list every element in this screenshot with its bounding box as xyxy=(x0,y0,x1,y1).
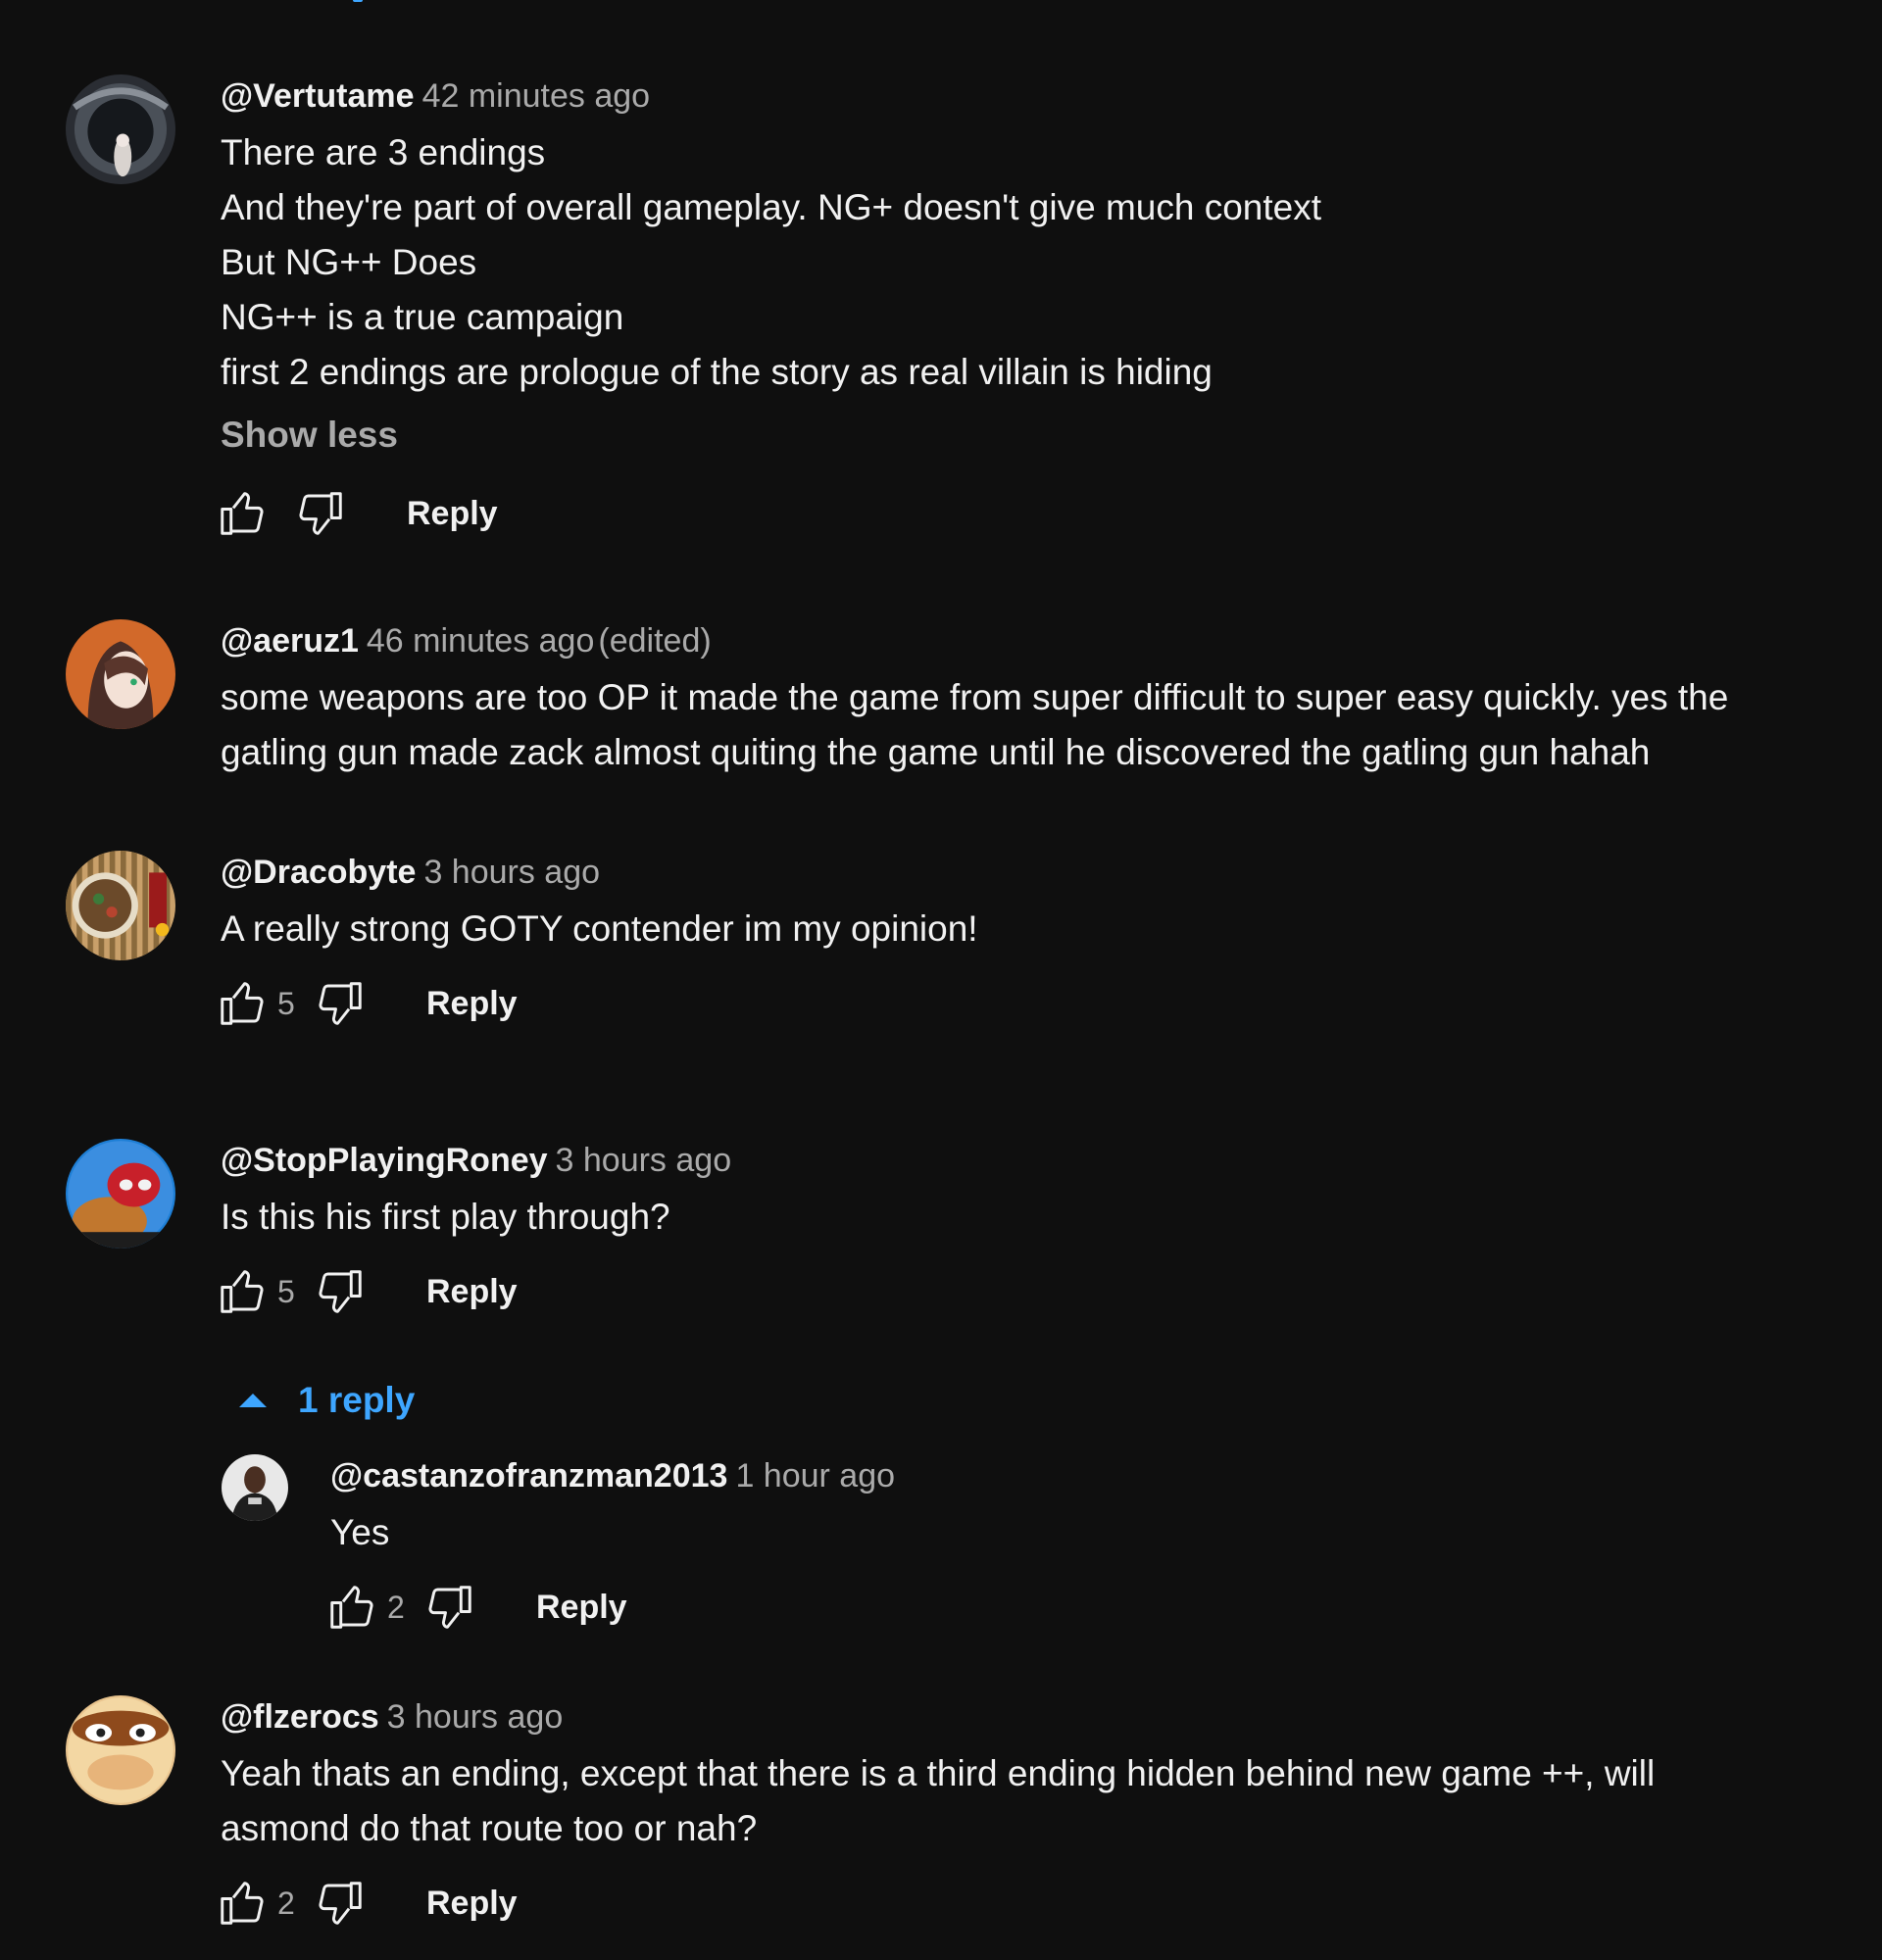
comment-body: @StopPlayingRoney 3 hours ago Is this his… xyxy=(221,1139,1827,1321)
comment-author[interactable]: @castanzofranzman2013 xyxy=(330,1457,727,1494)
comment-text: Yeah thats an ending, except that there … xyxy=(221,1746,1827,1856)
thumb-up-icon xyxy=(221,1270,264,1313)
comment-line: first 2 endings are prologue of the stor… xyxy=(221,352,1213,392)
avatar-image xyxy=(66,851,175,960)
comment-line: Yeah thats an ending, except that there … xyxy=(221,1753,1656,1793)
edited-label: (edited) xyxy=(598,622,712,660)
dislike-button[interactable] xyxy=(293,486,348,541)
comment-line: NG++ is a true campaign xyxy=(221,297,624,337)
comment-line: Is this his first play through? xyxy=(221,1197,670,1237)
comment-author[interactable]: @Dracobyte xyxy=(221,854,416,891)
like-button[interactable] xyxy=(215,976,270,1031)
thumb-down-icon xyxy=(428,1586,471,1629)
avatar[interactable] xyxy=(222,1454,288,1521)
truncated-link-fragment xyxy=(353,0,363,2)
thumb-up-icon xyxy=(330,1586,373,1629)
comment-header: @Vertutame 42 minutes ago xyxy=(221,74,1827,118)
dislike-button[interactable] xyxy=(313,1264,368,1319)
comment-line: gatling gun made zack almost quiting the… xyxy=(221,732,1651,772)
dislike-button[interactable] xyxy=(313,1876,368,1931)
comment-author[interactable]: @aeruz1 xyxy=(221,622,359,660)
like-count: 2 xyxy=(277,1885,295,1921)
comment-line: some weapons are too OP it made the game… xyxy=(221,677,1729,717)
comment-text: Is this his first play through? xyxy=(221,1190,1827,1245)
comment-line: A really strong GOTY contender im my opi… xyxy=(221,908,978,949)
reply-button[interactable]: Reply xyxy=(426,1273,518,1311)
reply-button[interactable]: Reply xyxy=(536,1589,627,1627)
avatar-image xyxy=(66,619,175,729)
comment-time[interactable]: 46 minutes ago xyxy=(367,622,595,660)
comment-header: @castanzofranzman2013 1 hour ago xyxy=(330,1454,1827,1497)
show-less-button[interactable]: Show less xyxy=(221,414,398,457)
comment-time[interactable]: 3 hours ago xyxy=(556,1142,732,1179)
reply-button[interactable]: Reply xyxy=(426,985,518,1023)
thumb-up-icon xyxy=(221,492,264,535)
dislike-button[interactable] xyxy=(422,1580,477,1635)
comment-actions: Reply xyxy=(221,484,1827,543)
comment-text: Yes xyxy=(330,1505,1827,1560)
comment-time[interactable]: 42 minutes ago xyxy=(422,77,651,115)
caret-up-icon xyxy=(239,1394,267,1407)
like-button[interactable] xyxy=(215,1876,270,1931)
comment-body: @Dracobyte 3 hours ago A really strong GO… xyxy=(221,851,1827,1033)
comment-text: A really strong GOTY contender im my opi… xyxy=(221,902,1827,956)
thumb-up-icon xyxy=(221,1882,264,1925)
replies-count-label: 1 reply xyxy=(298,1380,416,1420)
reply-button[interactable]: Reply xyxy=(407,495,498,533)
thumb-up-icon xyxy=(221,982,264,1025)
comment-actions: 5 Reply xyxy=(221,974,1827,1033)
comment-body: @flzerocs 3 hours ago Yeah thats an endin… xyxy=(221,1695,1827,1933)
avatar[interactable] xyxy=(66,851,175,960)
thumb-down-icon xyxy=(319,982,362,1025)
comment-body: @Vertutame 42 minutes ago There are 3 end… xyxy=(221,74,1827,543)
thumb-down-icon xyxy=(319,1270,362,1313)
comment-header: @aeruz1 46 minutes ago (edited) xyxy=(221,619,1827,662)
comment-line: asmond do that route too or nah? xyxy=(221,1808,758,1848)
comment-header: @StopPlayingRoney 3 hours ago xyxy=(221,1139,1827,1182)
like-button[interactable] xyxy=(215,1264,270,1319)
comment-header: @flzerocs 3 hours ago xyxy=(221,1695,1827,1739)
comment-author[interactable]: @flzerocs xyxy=(221,1698,379,1736)
comment-time[interactable]: 1 hour ago xyxy=(735,1457,895,1494)
comment-author[interactable]: @StopPlayingRoney xyxy=(221,1142,548,1179)
comment-text: There are 3 endings And they're part of … xyxy=(221,125,1827,400)
comment-time[interactable]: 3 hours ago xyxy=(387,1698,564,1736)
avatar-image xyxy=(66,1695,175,1805)
comment-author[interactable]: @Vertutame xyxy=(221,77,415,115)
comment-line: Yes xyxy=(330,1512,390,1552)
comment-actions: 2 Reply xyxy=(221,1874,1827,1933)
comment-actions: 2 Reply xyxy=(330,1578,1827,1637)
comment-line: And they're part of overall gameplay. NG… xyxy=(221,187,1322,227)
comment-body: @aeruz1 46 minutes ago (edited) some weapo… xyxy=(221,619,1827,780)
comment-header: @Dracobyte 3 hours ago xyxy=(221,851,1827,894)
reply-button[interactable]: Reply xyxy=(426,1885,518,1923)
comment-body: @castanzofranzman2013 1 hour ago Yes 2 Re… xyxy=(330,1454,1827,1637)
comment-line: But NG++ Does xyxy=(221,242,477,282)
avatar[interactable] xyxy=(66,74,175,184)
avatar[interactable] xyxy=(66,1139,175,1249)
avatar-image xyxy=(66,74,175,184)
replies-toggle-button[interactable]: 1 reply xyxy=(235,1380,415,1421)
comment-time[interactable]: 3 hours ago xyxy=(423,854,600,891)
avatar-image xyxy=(66,1139,175,1249)
avatar-image xyxy=(222,1454,288,1521)
like-count: 5 xyxy=(277,985,295,1021)
dislike-button[interactable] xyxy=(313,976,368,1031)
like-count: 2 xyxy=(387,1589,405,1625)
like-button[interactable] xyxy=(324,1580,379,1635)
avatar[interactable] xyxy=(66,619,175,729)
thumb-down-icon xyxy=(299,492,342,535)
comment-line: There are 3 endings xyxy=(221,132,546,172)
avatar[interactable] xyxy=(66,1695,175,1805)
comment-actions: 5 Reply xyxy=(221,1262,1827,1321)
thumb-down-icon xyxy=(319,1882,362,1925)
like-count: 5 xyxy=(277,1273,295,1309)
comment-text: some weapons are too OP it made the game… xyxy=(221,670,1827,780)
like-button[interactable] xyxy=(215,486,270,541)
